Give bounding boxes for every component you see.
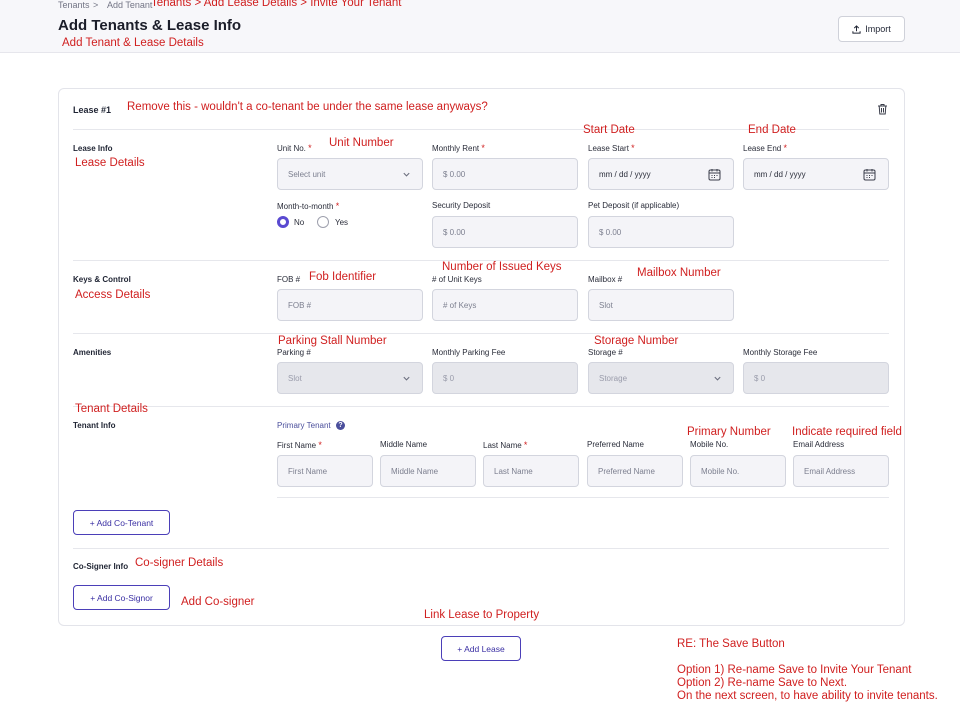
preferred-name-label: Preferred Name: [587, 440, 644, 449]
calendar-icon[interactable]: [863, 168, 876, 181]
section-keys-control: Keys & Control: [73, 275, 131, 284]
primary-tenant-label: Primary Tenant: [277, 421, 331, 430]
lease-end-label: Lease End *: [743, 143, 788, 153]
annotation-tenant-details: Tenant Details: [75, 403, 148, 415]
month-to-month-no-radio[interactable]: [277, 216, 289, 228]
help-icon[interactable]: ?: [336, 421, 345, 430]
chevron-down-icon: [714, 376, 721, 381]
parking-fee-input[interactable]: $ 0: [432, 362, 578, 394]
annotation-breadcrumb: Tenants > Add Lease Details > Invite You…: [151, 0, 402, 9]
annotation-storage-number: Storage Number: [594, 335, 679, 347]
annotation-end-date: End Date: [748, 124, 796, 136]
parking-select[interactable]: Slot: [277, 362, 423, 394]
annotation-fob-identifier: Fob Identifier: [309, 271, 377, 283]
unit-keys-input[interactable]: # of Keys: [432, 289, 578, 321]
annotation-start-date: Start Date: [583, 124, 635, 136]
security-deposit-label: Security Deposit: [432, 201, 491, 210]
first-name-input[interactable]: First Name: [277, 455, 373, 487]
pet-deposit-input[interactable]: $ 0.00: [588, 216, 734, 248]
rent-label: Monthly Rent *: [432, 143, 485, 153]
storage-select[interactable]: Storage: [588, 362, 734, 394]
first-name-label: First Name *: [277, 440, 322, 450]
annotation-issued-keys: Number of Issued Keys: [442, 261, 562, 273]
fob-label: FOB #: [277, 275, 301, 284]
mailbox-input[interactable]: Slot: [588, 289, 734, 321]
email-input[interactable]: Email Address: [793, 455, 889, 487]
last-name-input[interactable]: Last Name: [483, 455, 579, 487]
pet-deposit-label: Pet Deposit (if applicable): [588, 201, 680, 210]
section-lease-info: Lease Info: [73, 144, 113, 153]
middle-name-label: Middle Name: [380, 440, 428, 449]
annotation-save-option-1: Option 1) Re-name Save to Invite Your Te…: [677, 664, 912, 676]
annotation-link-lease: Link Lease to Property: [424, 609, 540, 621]
month-to-month-label: Month-to-month *: [277, 201, 340, 211]
unit-keys-label: # of Unit Keys: [432, 275, 482, 284]
mobile-label: Mobile No.: [690, 440, 729, 449]
upload-icon: [852, 24, 861, 34]
storage-fee-label: Monthly Storage Fee: [743, 348, 818, 357]
storage-fee-input[interactable]: $ 0: [743, 362, 889, 394]
security-deposit-input[interactable]: $ 0.00: [432, 216, 578, 248]
annotation-unit-number: Unit Number: [329, 137, 394, 149]
section-amenities: Amenities: [73, 348, 112, 357]
add-lease-button[interactable]: + Add Lease: [441, 636, 521, 661]
annotation-lease: Remove this - wouldn't a co-tenant be un…: [127, 101, 488, 113]
annotation-add-cosigner: Add Co-signer: [181, 596, 255, 608]
chevron-down-icon: [403, 376, 410, 381]
divider: [277, 497, 889, 498]
monthly-rent-input[interactable]: $ 0.00: [432, 158, 578, 190]
calendar-icon[interactable]: [708, 168, 721, 181]
month-to-month-yes-label: Yes: [335, 218, 349, 227]
fob-input[interactable]: FOB #: [277, 289, 423, 321]
breadcrumb-tenants[interactable]: Tenants: [58, 0, 90, 10]
annotation-save-option-2: Option 2) Re-name Save to Next.: [677, 677, 848, 689]
page-title: Add Tenants & Lease Info: [58, 17, 242, 34]
parking-fee-label: Monthly Parking Fee: [432, 348, 506, 357]
annotation-title: Add Tenant & Lease Details: [62, 37, 204, 49]
annotation-save-title: RE: The Save Button: [677, 638, 785, 650]
annotation-save-option-3: On the next screen, to have ability to i…: [677, 690, 938, 702]
parking-label: Parking #: [277, 348, 311, 357]
month-to-month-no-label: No: [294, 218, 305, 227]
middle-name-input[interactable]: Middle Name: [380, 455, 476, 487]
mailbox-label: Mailbox #: [588, 275, 623, 284]
import-button[interactable]: Import: [838, 16, 905, 42]
divider: [73, 406, 889, 407]
chevron-down-icon: [403, 172, 410, 177]
month-to-month-yes-radio[interactable]: [317, 216, 329, 228]
mobile-input[interactable]: Mobile No.: [690, 455, 786, 487]
divider: [73, 548, 889, 549]
unit-label: Unit No. *: [277, 143, 312, 153]
annotation-access-details: Access Details: [75, 289, 151, 301]
import-label: Import: [865, 24, 891, 34]
annotation-cosigner-details: Co-signer Details: [135, 557, 224, 569]
annotation-mailbox-number: Mailbox Number: [637, 267, 721, 279]
divider: [73, 333, 889, 334]
preferred-name-input[interactable]: Preferred Name: [587, 455, 683, 487]
trash-icon[interactable]: [877, 103, 888, 115]
add-co-signor-button[interactable]: + Add Co-Signor: [73, 585, 170, 610]
annotation-parking-stall: Parking Stall Number: [278, 335, 387, 347]
last-name-label: Last Name *: [483, 440, 528, 450]
annotation-lease-details: Lease Details: [75, 157, 145, 169]
annotation-primary-number: Primary Number: [687, 426, 771, 438]
lease-end-input[interactable]: mm / dd / yyyy: [743, 158, 889, 190]
breadcrumb-add-tenant: Add Tenant: [107, 0, 153, 10]
lease-title: Lease #1: [73, 105, 112, 115]
unit-select[interactable]: Select unit: [277, 158, 423, 190]
section-cosigner-info: Co-Signer Info: [73, 562, 129, 571]
email-label: Email Address: [793, 440, 845, 449]
annotation-required-field: Indicate required field: [792, 426, 902, 438]
storage-label: Storage #: [588, 348, 623, 357]
lease-start-input[interactable]: mm / dd / yyyy: [588, 158, 734, 190]
section-tenant-info: Tenant Info: [73, 421, 116, 430]
add-co-tenant-button[interactable]: + Add Co-Tenant: [73, 510, 170, 535]
lease-start-label: Lease Start *: [588, 143, 635, 153]
breadcrumb-separator: >: [93, 0, 99, 10]
